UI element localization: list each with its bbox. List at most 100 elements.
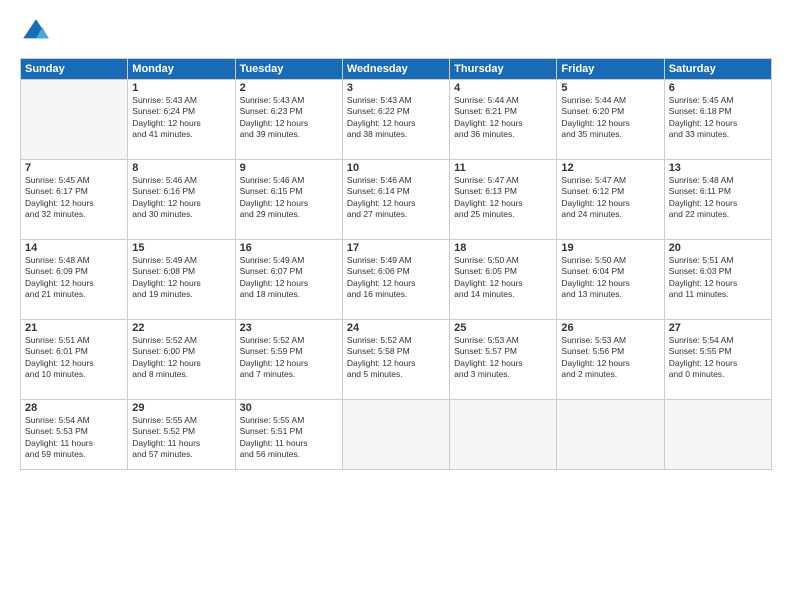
day-info: Sunrise: 5:52 AM Sunset: 5:58 PM Dayligh…: [347, 335, 445, 381]
day-number: 12: [561, 162, 659, 174]
calendar-cell: 6Sunrise: 5:45 AM Sunset: 6:18 PM Daylig…: [664, 80, 771, 160]
day-info: Sunrise: 5:49 AM Sunset: 6:06 PM Dayligh…: [347, 255, 445, 301]
day-number: 25: [454, 322, 552, 334]
day-number: 3: [347, 82, 445, 94]
calendar-cell: 27Sunrise: 5:54 AM Sunset: 5:55 PM Dayli…: [664, 320, 771, 400]
calendar-header-friday: Friday: [557, 59, 664, 80]
day-number: 16: [240, 242, 338, 254]
calendar-cell: [450, 400, 557, 470]
day-number: 8: [132, 162, 230, 174]
calendar-week-3: 14Sunrise: 5:48 AM Sunset: 6:09 PM Dayli…: [21, 240, 772, 320]
day-number: 11: [454, 162, 552, 174]
page: SundayMondayTuesdayWednesdayThursdayFrid…: [0, 0, 792, 612]
day-info: Sunrise: 5:51 AM Sunset: 6:03 PM Dayligh…: [669, 255, 767, 301]
calendar-cell: 28Sunrise: 5:54 AM Sunset: 5:53 PM Dayli…: [21, 400, 128, 470]
calendar-cell: 13Sunrise: 5:48 AM Sunset: 6:11 PM Dayli…: [664, 160, 771, 240]
logo-icon: [20, 16, 52, 48]
day-info: Sunrise: 5:49 AM Sunset: 6:07 PM Dayligh…: [240, 255, 338, 301]
calendar-cell: 25Sunrise: 5:53 AM Sunset: 5:57 PM Dayli…: [450, 320, 557, 400]
calendar-week-1: 1Sunrise: 5:43 AM Sunset: 6:24 PM Daylig…: [21, 80, 772, 160]
day-info: Sunrise: 5:54 AM Sunset: 5:53 PM Dayligh…: [25, 415, 123, 461]
day-number: 14: [25, 242, 123, 254]
day-info: Sunrise: 5:43 AM Sunset: 6:23 PM Dayligh…: [240, 95, 338, 141]
calendar-week-4: 21Sunrise: 5:51 AM Sunset: 6:01 PM Dayli…: [21, 320, 772, 400]
calendar-cell: 23Sunrise: 5:52 AM Sunset: 5:59 PM Dayli…: [235, 320, 342, 400]
calendar-cell: 1Sunrise: 5:43 AM Sunset: 6:24 PM Daylig…: [128, 80, 235, 160]
header: [20, 16, 772, 48]
day-info: Sunrise: 5:48 AM Sunset: 6:09 PM Dayligh…: [25, 255, 123, 301]
day-info: Sunrise: 5:48 AM Sunset: 6:11 PM Dayligh…: [669, 175, 767, 221]
day-number: 18: [454, 242, 552, 254]
calendar-week-5: 28Sunrise: 5:54 AM Sunset: 5:53 PM Dayli…: [21, 400, 772, 470]
calendar-cell: 12Sunrise: 5:47 AM Sunset: 6:12 PM Dayli…: [557, 160, 664, 240]
calendar-cell: 11Sunrise: 5:47 AM Sunset: 6:13 PM Dayli…: [450, 160, 557, 240]
calendar-cell: 17Sunrise: 5:49 AM Sunset: 6:06 PM Dayli…: [342, 240, 449, 320]
calendar-cell: 19Sunrise: 5:50 AM Sunset: 6:04 PM Dayli…: [557, 240, 664, 320]
calendar-cell: 16Sunrise: 5:49 AM Sunset: 6:07 PM Dayli…: [235, 240, 342, 320]
day-info: Sunrise: 5:55 AM Sunset: 5:52 PM Dayligh…: [132, 415, 230, 461]
day-info: Sunrise: 5:50 AM Sunset: 6:04 PM Dayligh…: [561, 255, 659, 301]
calendar-header-saturday: Saturday: [664, 59, 771, 80]
calendar-cell: 20Sunrise: 5:51 AM Sunset: 6:03 PM Dayli…: [664, 240, 771, 320]
day-number: 15: [132, 242, 230, 254]
calendar-cell: [557, 400, 664, 470]
calendar-cell: 18Sunrise: 5:50 AM Sunset: 6:05 PM Dayli…: [450, 240, 557, 320]
day-number: 27: [669, 322, 767, 334]
calendar-header-wednesday: Wednesday: [342, 59, 449, 80]
day-number: 5: [561, 82, 659, 94]
day-info: Sunrise: 5:52 AM Sunset: 5:59 PM Dayligh…: [240, 335, 338, 381]
calendar-header-thursday: Thursday: [450, 59, 557, 80]
day-number: 28: [25, 402, 123, 414]
day-number: 2: [240, 82, 338, 94]
calendar-cell: [21, 80, 128, 160]
day-number: 10: [347, 162, 445, 174]
day-info: Sunrise: 5:44 AM Sunset: 6:21 PM Dayligh…: [454, 95, 552, 141]
day-number: 23: [240, 322, 338, 334]
day-info: Sunrise: 5:53 AM Sunset: 5:57 PM Dayligh…: [454, 335, 552, 381]
calendar-cell: 8Sunrise: 5:46 AM Sunset: 6:16 PM Daylig…: [128, 160, 235, 240]
day-number: 29: [132, 402, 230, 414]
calendar-cell: 2Sunrise: 5:43 AM Sunset: 6:23 PM Daylig…: [235, 80, 342, 160]
day-info: Sunrise: 5:54 AM Sunset: 5:55 PM Dayligh…: [669, 335, 767, 381]
day-info: Sunrise: 5:51 AM Sunset: 6:01 PM Dayligh…: [25, 335, 123, 381]
calendar-cell: 30Sunrise: 5:55 AM Sunset: 5:51 PM Dayli…: [235, 400, 342, 470]
day-number: 4: [454, 82, 552, 94]
day-number: 19: [561, 242, 659, 254]
calendar-cell: 5Sunrise: 5:44 AM Sunset: 6:20 PM Daylig…: [557, 80, 664, 160]
day-info: Sunrise: 5:46 AM Sunset: 6:15 PM Dayligh…: [240, 175, 338, 221]
calendar-cell: 24Sunrise: 5:52 AM Sunset: 5:58 PM Dayli…: [342, 320, 449, 400]
calendar-cell: 22Sunrise: 5:52 AM Sunset: 6:00 PM Dayli…: [128, 320, 235, 400]
day-number: 1: [132, 82, 230, 94]
day-info: Sunrise: 5:45 AM Sunset: 6:17 PM Dayligh…: [25, 175, 123, 221]
day-info: Sunrise: 5:43 AM Sunset: 6:24 PM Dayligh…: [132, 95, 230, 141]
day-info: Sunrise: 5:45 AM Sunset: 6:18 PM Dayligh…: [669, 95, 767, 141]
calendar-header-row: SundayMondayTuesdayWednesdayThursdayFrid…: [21, 59, 772, 80]
calendar-header-sunday: Sunday: [21, 59, 128, 80]
calendar-cell: 7Sunrise: 5:45 AM Sunset: 6:17 PM Daylig…: [21, 160, 128, 240]
day-info: Sunrise: 5:50 AM Sunset: 6:05 PM Dayligh…: [454, 255, 552, 301]
day-number: 21: [25, 322, 123, 334]
calendar-cell: [342, 400, 449, 470]
day-info: Sunrise: 5:46 AM Sunset: 6:14 PM Dayligh…: [347, 175, 445, 221]
day-number: 30: [240, 402, 338, 414]
calendar-header-monday: Monday: [128, 59, 235, 80]
calendar-cell: 4Sunrise: 5:44 AM Sunset: 6:21 PM Daylig…: [450, 80, 557, 160]
day-number: 7: [25, 162, 123, 174]
calendar-header-tuesday: Tuesday: [235, 59, 342, 80]
calendar-cell: 14Sunrise: 5:48 AM Sunset: 6:09 PM Dayli…: [21, 240, 128, 320]
calendar-cell: 3Sunrise: 5:43 AM Sunset: 6:22 PM Daylig…: [342, 80, 449, 160]
day-number: 17: [347, 242, 445, 254]
calendar-cell: 26Sunrise: 5:53 AM Sunset: 5:56 PM Dayli…: [557, 320, 664, 400]
calendar-cell: 9Sunrise: 5:46 AM Sunset: 6:15 PM Daylig…: [235, 160, 342, 240]
day-number: 13: [669, 162, 767, 174]
calendar-cell: 10Sunrise: 5:46 AM Sunset: 6:14 PM Dayli…: [342, 160, 449, 240]
logo: [20, 16, 56, 48]
day-info: Sunrise: 5:55 AM Sunset: 5:51 PM Dayligh…: [240, 415, 338, 461]
day-info: Sunrise: 5:43 AM Sunset: 6:22 PM Dayligh…: [347, 95, 445, 141]
calendar-cell: 15Sunrise: 5:49 AM Sunset: 6:08 PM Dayli…: [128, 240, 235, 320]
day-info: Sunrise: 5:46 AM Sunset: 6:16 PM Dayligh…: [132, 175, 230, 221]
calendar: SundayMondayTuesdayWednesdayThursdayFrid…: [20, 58, 772, 470]
day-number: 24: [347, 322, 445, 334]
day-number: 22: [132, 322, 230, 334]
calendar-cell: 21Sunrise: 5:51 AM Sunset: 6:01 PM Dayli…: [21, 320, 128, 400]
